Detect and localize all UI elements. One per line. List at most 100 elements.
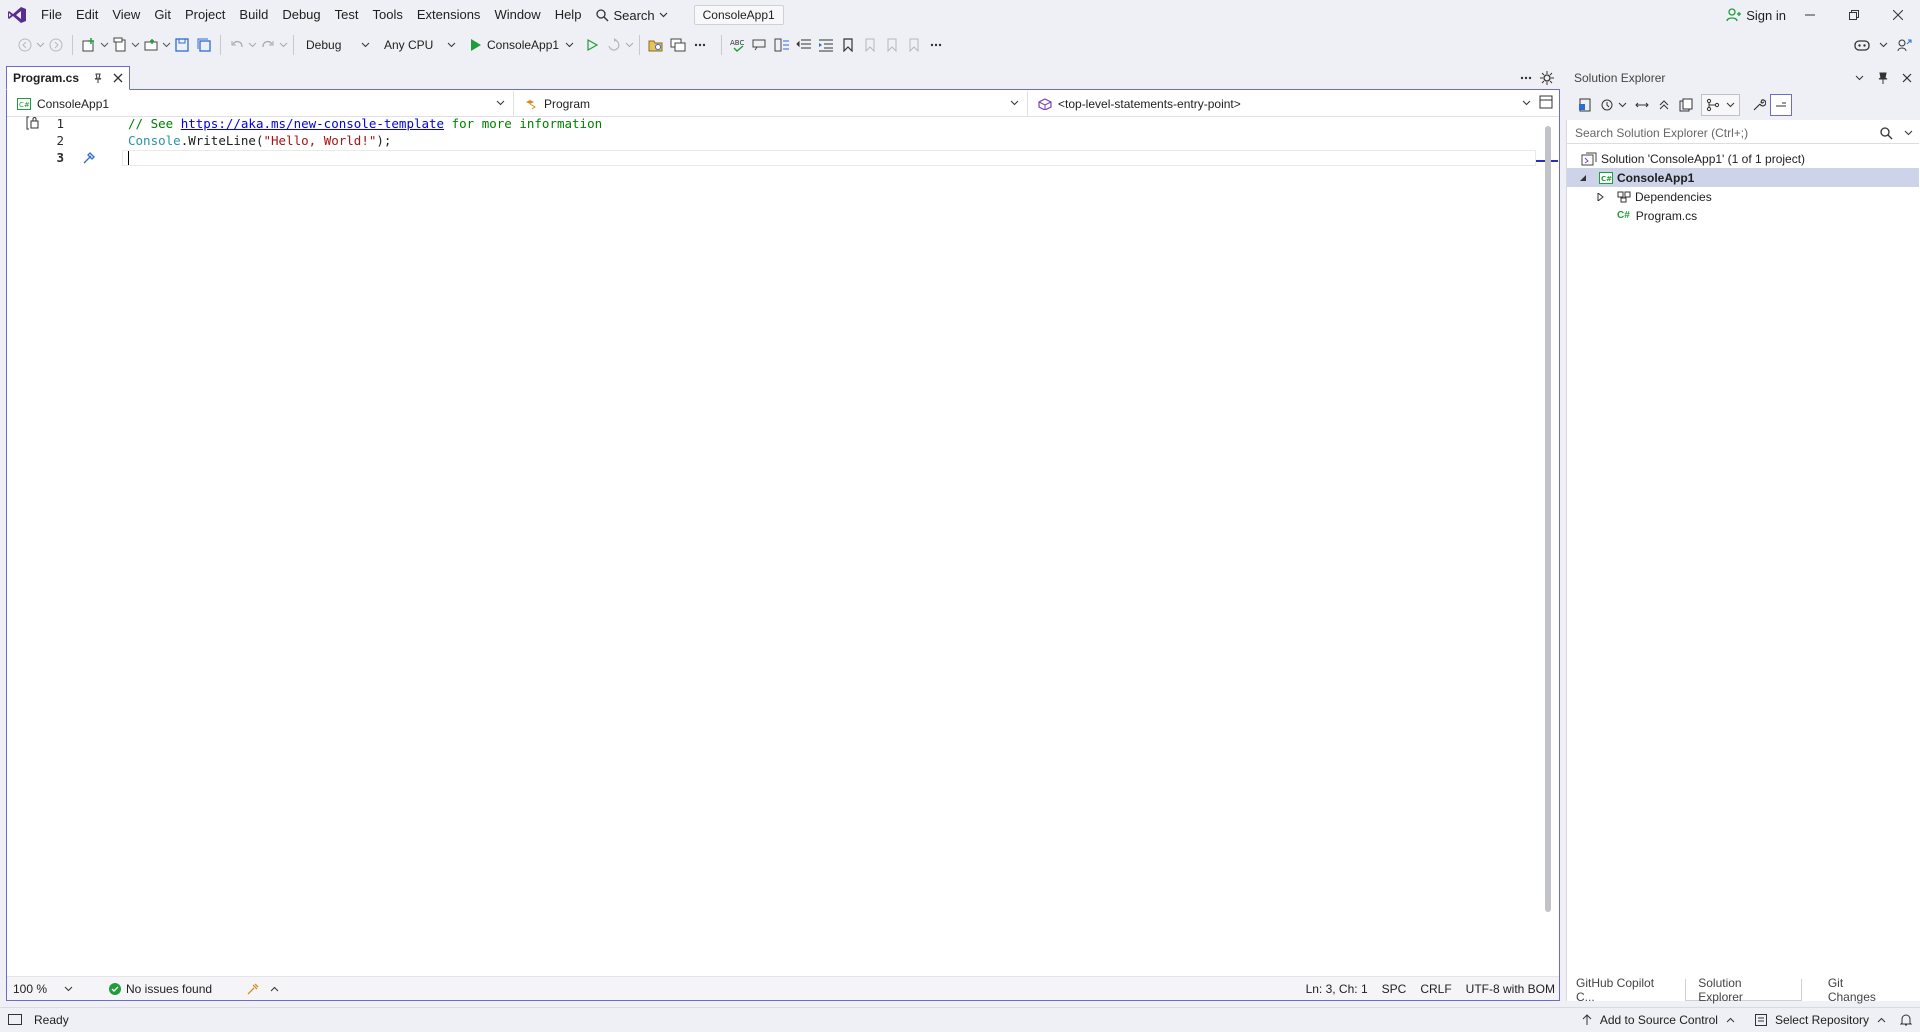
search-icon[interactable]: [1880, 127, 1893, 140]
close-tab-icon[interactable]: [113, 73, 123, 83]
menu-edit[interactable]: Edit: [69, 0, 105, 30]
hot-reload-button[interactable]: [603, 34, 625, 56]
chevron-down-icon[interactable]: [131, 42, 140, 48]
vertical-scrollbar[interactable]: [1542, 118, 1554, 918]
redo-button[interactable]: [257, 34, 279, 56]
global-search-button[interactable]: Search: [588, 0, 675, 30]
spell-check-button[interactable]: ABC: [727, 34, 749, 56]
collapse-all-button[interactable]: [1653, 94, 1675, 116]
menu-project[interactable]: Project: [178, 0, 232, 30]
tree-item-dependencies[interactable]: Dependencies: [1567, 187, 1919, 206]
show-all-files-button[interactable]: [1675, 94, 1697, 116]
settings-gear-icon[interactable]: [1540, 71, 1554, 85]
solution-configuration-dropdown[interactable]: Debug: [299, 34, 377, 56]
cursor-position[interactable]: Ln: 3, Ch: 1: [1306, 982, 1368, 996]
tree-item-solution[interactable]: Solution 'ConsoleApp1' (1 of 1 project): [1567, 149, 1919, 168]
chevron-down-icon[interactable]: [1618, 102, 1627, 108]
previous-bookmark-button[interactable]: [859, 34, 881, 56]
type-nav-dropdown[interactable]: Program: [513, 90, 1027, 117]
new-project-button[interactable]: [78, 34, 100, 56]
start-without-debugging-button[interactable]: [581, 34, 603, 56]
find-in-files-button[interactable]: [645, 34, 667, 56]
scrollbar-thumb[interactable]: [1545, 126, 1551, 912]
add-item-button[interactable]: [109, 34, 131, 56]
menu-file[interactable]: File: [34, 0, 69, 30]
navigate-forward-button[interactable]: [45, 34, 67, 56]
tab-program-cs[interactable]: Program.cs: [6, 66, 130, 90]
zoom-dropdown[interactable]: 100 %: [7, 978, 79, 1000]
expanded-triangle-icon[interactable]: [1579, 174, 1587, 182]
code-line-1[interactable]: // See https://aka.ms/new-console-templa…: [128, 116, 602, 131]
chevron-down-icon[interactable]: [1855, 75, 1864, 81]
open-file-button[interactable]: [140, 34, 162, 56]
chevron-down-icon[interactable]: [1879, 42, 1888, 48]
tab-solution-explorer[interactable]: Solution Explorer: [1685, 976, 1802, 1004]
issues-indicator[interactable]: No issues found: [109, 982, 212, 996]
solution-name-chip[interactable]: ConsoleApp1: [693, 5, 784, 25]
tree-item-project[interactable]: C# ConsoleApp1: [1567, 168, 1919, 187]
next-bookmark-button[interactable]: [881, 34, 903, 56]
chevron-up-icon[interactable]: [270, 986, 279, 992]
menu-tools[interactable]: Tools: [365, 0, 409, 30]
comment-button[interactable]: [749, 34, 771, 56]
solution-explorer-search[interactable]: Search Solution Explorer (Ctrl+;): [1567, 122, 1919, 144]
start-debugging-button[interactable]: ConsoleApp1: [463, 34, 581, 56]
copilot-button[interactable]: [1851, 34, 1873, 56]
select-repository-button[interactable]: Select Repository: [1754, 1013, 1886, 1027]
chevron-down-icon[interactable]: [100, 42, 109, 48]
quick-actions-icon[interactable]: [82, 151, 96, 165]
tree-item-program-cs[interactable]: C# Program.cs: [1567, 206, 1919, 225]
browser-link-button[interactable]: [667, 34, 689, 56]
menu-build[interactable]: Build: [232, 0, 275, 30]
member-nav-dropdown[interactable]: <top-level-statements-entry-point>: [1027, 90, 1539, 117]
toolbar-overflow-button[interactable]: [689, 34, 711, 56]
chevron-down-icon[interactable]: [279, 42, 288, 48]
git-filter-dropdown[interactable]: [1701, 94, 1740, 116]
undo-button[interactable]: [226, 34, 248, 56]
toggle-bookmark-button[interactable]: [837, 34, 859, 56]
minimize-button[interactable]: [1788, 0, 1832, 30]
whitespace-mode[interactable]: SPC: [1382, 982, 1407, 996]
add-to-source-control-button[interactable]: Add to Source Control: [1582, 1013, 1735, 1027]
solution-platform-dropdown[interactable]: Any CPU: [377, 34, 463, 56]
chevron-down-icon[interactable]: [162, 42, 171, 48]
sync-active-document-button[interactable]: [1631, 94, 1653, 116]
menu-git[interactable]: Git: [147, 0, 178, 30]
switch-views-button[interactable]: [1574, 94, 1596, 116]
pin-icon[interactable]: [93, 73, 103, 83]
chevron-down-icon[interactable]: [248, 42, 257, 48]
chevron-down-icon[interactable]: [36, 42, 45, 48]
menu-debug[interactable]: Debug: [275, 0, 327, 30]
navigate-back-button[interactable]: [14, 34, 36, 56]
preview-selected-items-button[interactable]: [1770, 94, 1792, 116]
increase-indent-button[interactable]: [815, 34, 837, 56]
save-button[interactable]: [171, 34, 193, 56]
properties-button[interactable]: [1748, 94, 1770, 116]
chevron-down-icon[interactable]: [1904, 130, 1913, 136]
chevron-down-icon[interactable]: [625, 42, 634, 48]
menu-extensions[interactable]: Extensions: [410, 0, 488, 30]
clear-bookmarks-button[interactable]: [903, 34, 925, 56]
split-window-icon[interactable]: [1539, 95, 1553, 109]
restore-button[interactable]: [1832, 0, 1876, 30]
pending-changes-filter-button[interactable]: [1596, 94, 1618, 116]
bell-icon[interactable]: [1900, 1013, 1912, 1027]
toolbar-overflow-button-2[interactable]: [925, 34, 947, 56]
notifications-output-icon[interactable]: [8, 1014, 22, 1026]
close-window-button[interactable]: [1876, 0, 1920, 30]
project-nav-dropdown[interactable]: C# ConsoleApp1: [7, 91, 513, 117]
sign-in-button[interactable]: Sign in: [1726, 0, 1786, 30]
collapse-toggle[interactable]: [26, 116, 40, 130]
tab-git-changes[interactable]: Git Changes: [1802, 976, 1920, 1004]
menu-help[interactable]: Help: [548, 0, 589, 30]
pin-icon[interactable]: [1878, 72, 1888, 84]
file-encoding[interactable]: UTF-8 with BOM: [1466, 982, 1555, 996]
template-link[interactable]: https://aka.ms/new-console-template: [181, 116, 444, 131]
line-endings[interactable]: CRLF: [1420, 982, 1451, 996]
uncomment-button[interactable]: [771, 34, 793, 56]
menu-window[interactable]: Window: [487, 0, 547, 30]
close-icon[interactable]: [1902, 73, 1912, 83]
collapsed-triangle-icon[interactable]: [1597, 192, 1605, 201]
live-share-button[interactable]: [1894, 34, 1916, 56]
save-all-button[interactable]: [193, 34, 215, 56]
